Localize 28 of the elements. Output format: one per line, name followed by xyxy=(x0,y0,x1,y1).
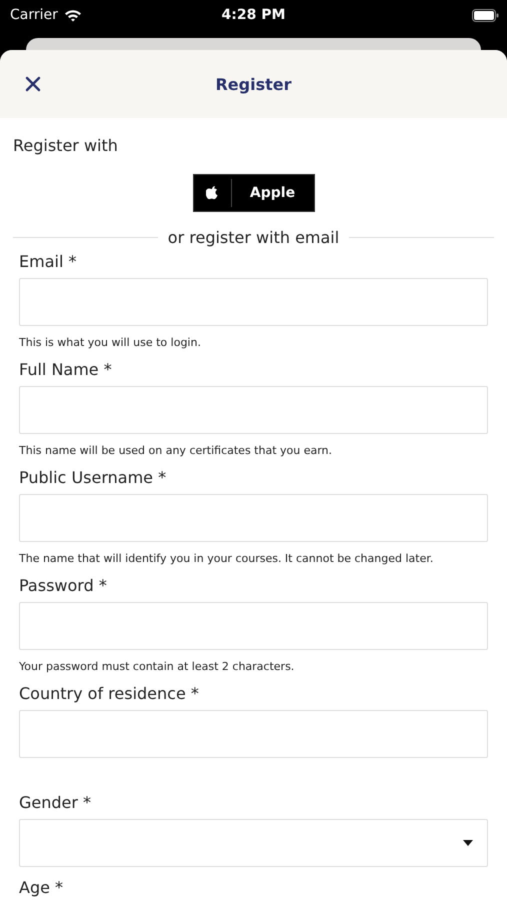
field-label: Password * xyxy=(19,575,108,597)
field-hint: This is what you will use to login. xyxy=(19,336,202,349)
field-label: Full Name * xyxy=(19,359,113,381)
field-label: Public Username * xyxy=(19,467,168,489)
register-with-label: Register with xyxy=(13,136,119,155)
field-label: Email * xyxy=(19,251,78,273)
field-label: Country of residence * xyxy=(19,683,200,705)
clock-time: 4:28 PM xyxy=(222,7,286,23)
field-hint: Your password must contain at least 2 characters. xyxy=(19,660,296,673)
password-field[interactable] xyxy=(19,602,488,650)
input-field[interactable] xyxy=(19,386,488,434)
carrier-label: Carrier xyxy=(10,7,58,23)
sheet-title: Register xyxy=(215,74,292,94)
input-field[interactable] xyxy=(19,278,488,326)
input-field[interactable] xyxy=(19,710,488,758)
field-label: Age * xyxy=(19,877,64,899)
close-icon[interactable] xyxy=(25,76,41,92)
apple-icon xyxy=(206,186,218,200)
divider-text: or register with email xyxy=(168,228,340,247)
apple-signin-button[interactable]: Apple xyxy=(192,174,314,212)
dropdown-field[interactable] xyxy=(19,819,488,867)
caret-icon xyxy=(463,840,473,846)
input-field[interactable] xyxy=(19,494,488,542)
field-hint: This name will be used on any certificates that you earn. xyxy=(19,444,334,457)
field-label: Gender * xyxy=(19,792,92,814)
field-hint: The name that will identify you in your courses. It cannot be changed later. xyxy=(19,552,434,565)
battery-icon xyxy=(472,8,499,22)
wifi-icon xyxy=(64,8,82,22)
